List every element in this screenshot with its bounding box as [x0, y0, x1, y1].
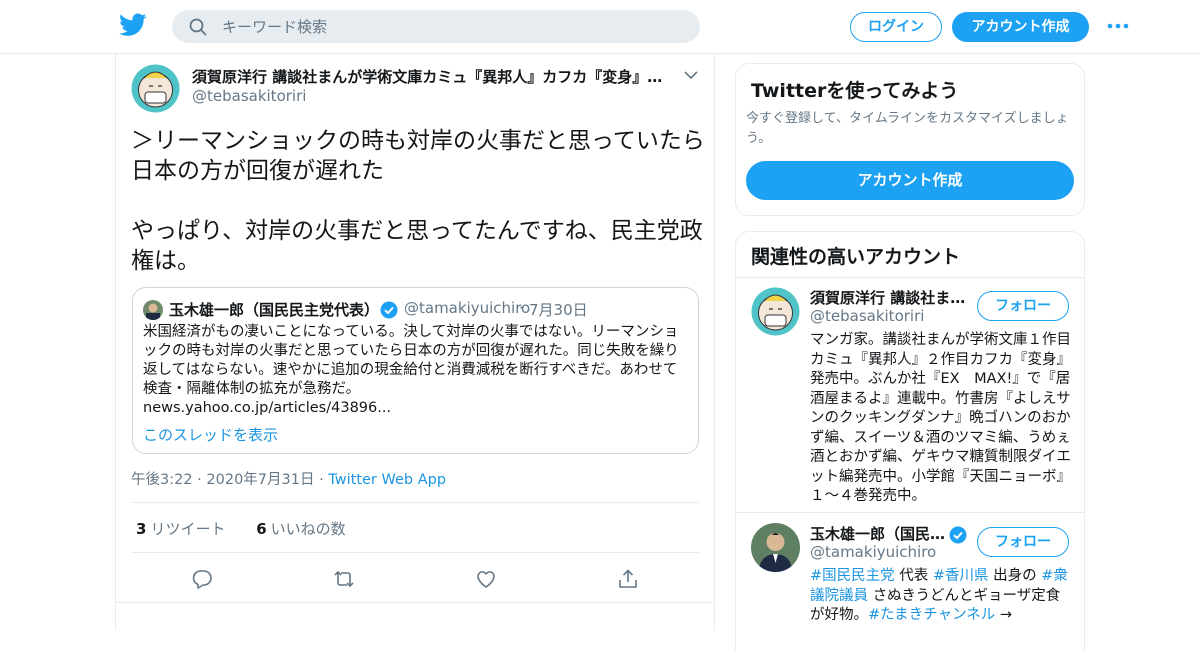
signup-promo-card: Twitterを使ってみよう 今すぐ登録して、タイムラインをカスタマイズしましょ… — [735, 63, 1085, 216]
create-account-button[interactable]: アカウント作成 — [746, 161, 1074, 200]
avatar-illustration-icon — [131, 64, 180, 113]
divider — [116, 602, 714, 603]
tweet-date: 2020年7月31日 — [206, 472, 315, 488]
tweet-stats: 3 リツイート 6 いいねの数 — [136, 518, 346, 539]
bio-text: → — [995, 607, 1013, 623]
show-thread-link[interactable]: このスレッドを表示 — [143, 424, 278, 445]
bio-text: 代表 — [894, 568, 933, 584]
hashtag-link[interactable]: #たまきチャンネル — [868, 607, 995, 623]
likes-stat[interactable]: 6 いいねの数 — [256, 520, 345, 538]
account-handle[interactable]: @tamakiyuichiro — [810, 543, 936, 561]
separator-dot: · — [519, 299, 524, 317]
promo-description: 今すぐ登録して、タイムラインをカスタマイズしましょう。 — [746, 111, 1069, 146]
twitter-bird-icon[interactable] — [119, 13, 147, 37]
tweet-text-paragraph: やっぱり、対岸の火事だと思ってたんですね、民主党政権は。 — [131, 218, 703, 274]
avatar-illustration-icon — [751, 287, 800, 336]
quoted-tweet-link[interactable]: news.yahoo.co.jp/articles/43896... — [143, 400, 391, 416]
follow-button[interactable]: フォロー — [977, 291, 1069, 321]
divider — [131, 552, 699, 553]
account-name[interactable]: 須賀原洋行 講談社ま… — [810, 287, 965, 308]
retweets-stat[interactable]: 3 リツイート — [136, 520, 225, 538]
search-icon — [189, 18, 207, 36]
hashtag-link[interactable]: #香川県 — [933, 568, 989, 584]
account-handle[interactable]: @tebasakitoriri — [810, 307, 924, 325]
divider — [131, 502, 699, 503]
related-account-item[interactable]: 玉木雄一郎（国民… @tamakiyuichiro フォロー #国民民主党 代表… — [736, 513, 1084, 651]
tweet-text: ＞リーマンショックの時も対岸の火事だと思っていたら日本の方が回復が遅れた やっぱ… — [131, 126, 706, 276]
verified-badge-icon — [380, 301, 398, 319]
separator-dot: · — [192, 472, 207, 488]
author-name[interactable]: 須賀原洋行 講談社まんが学術文庫カミュ『異邦人』カフカ『変身』… — [192, 66, 672, 87]
quoted-tweet-date: 7月30日 — [529, 301, 588, 319]
author-avatar[interactable] — [131, 64, 180, 113]
likes-label: いいねの数 — [270, 520, 346, 538]
likes-count: 6 — [256, 520, 267, 538]
signup-button[interactable]: アカウント作成 — [952, 12, 1089, 42]
tweet-metadata: 午後3:22 · 2020年7月31日 · Twitter Web App — [131, 468, 446, 489]
quoted-author-avatar — [143, 300, 163, 320]
tweet-source-link[interactable]: Twitter Web App — [328, 472, 446, 488]
quoted-tweet-text: 米国経済がもの凄いことになっている。決して対岸の火事ではない。リーマンショックの… — [143, 324, 679, 397]
verified-badge-icon — [949, 526, 967, 544]
related-accounts-card: 関連性の高いアカウント 須賀原洋行 講談社ま… @tebasakitoriri … — [735, 231, 1085, 651]
like-heart-icon[interactable] — [475, 568, 497, 590]
chevron-down-icon[interactable] — [684, 70, 698, 80]
separator-dot: · — [314, 472, 329, 488]
login-button[interactable]: ログイン — [850, 12, 942, 42]
quoted-tweet[interactable]: 玉木雄一郎（国民民主党代表） @tamakiyuichiro · 7月30日 米… — [132, 287, 699, 454]
tweet-text-paragraph: ＞リーマンショックの時も対岸の火事だと思っていたら日本の方が回復が遅れた — [131, 128, 705, 184]
promo-title: Twitterを使ってみよう — [751, 80, 959, 102]
account-bio: マンガ家。講談社まんが学術文庫１作目カミュ『異邦人』２作目カフカ『変身』発売中。… — [810, 332, 1071, 504]
retweets-label: リツイート — [150, 520, 226, 538]
author-handle[interactable]: @tebasakitoriri — [192, 87, 306, 105]
search-input[interactable] — [222, 10, 682, 43]
share-icon[interactable] — [617, 568, 639, 590]
account-avatar[interactable] — [751, 523, 800, 572]
account-avatar[interactable] — [751, 287, 800, 336]
avatar-photo-icon — [751, 523, 800, 572]
quoted-author-handle: @tamakiyuichiro — [404, 299, 531, 317]
tweet-detail: 須賀原洋行 講談社まんが学術文庫カミュ『異邦人』カフカ『変身』… @tebasa… — [115, 54, 715, 630]
related-accounts-title: 関連性の高いアカウント — [751, 246, 961, 268]
account-name[interactable]: 玉木雄一郎（国民… — [810, 523, 945, 544]
account-bio: #国民民主党 代表 #香川県 出身の #衆議院議員 さぬきうどんとギョーザ定食が… — [810, 567, 1072, 626]
search-box — [172, 10, 700, 43]
retweets-count: 3 — [136, 520, 147, 538]
retweet-icon[interactable] — [333, 568, 355, 590]
top-bar: ログイン アカウント作成 — [0, 0, 1200, 54]
reply-icon[interactable] — [191, 568, 213, 590]
bio-text: 出身の — [988, 568, 1042, 584]
follow-button[interactable]: フォロー — [977, 527, 1069, 557]
tweet-actions — [116, 568, 716, 590]
hashtag-link[interactable]: #国民民主党 — [810, 568, 895, 584]
tweet-time: 午後3:22 — [131, 472, 193, 488]
more-options-icon[interactable] — [1106, 20, 1130, 32]
avatar-photo-icon — [143, 300, 163, 320]
quoted-author-name: 玉木雄一郎（国民民主党代表） — [169, 301, 380, 319]
related-account-item[interactable]: 須賀原洋行 講談社ま… @tebasakitoriri フォロー マンガ家。講談… — [736, 277, 1084, 513]
